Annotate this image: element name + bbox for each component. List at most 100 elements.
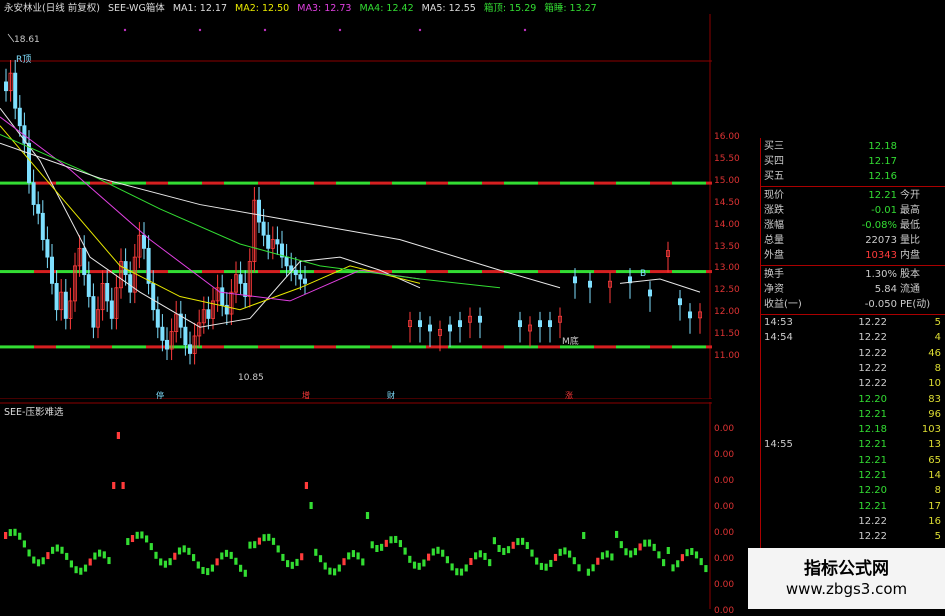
tick-volume: 8: [934, 362, 941, 374]
box-line-segment: [672, 345, 706, 349]
box-line-segment: [594, 181, 616, 185]
box-top-value: 箱顶: 15.29: [483, 3, 537, 14]
tick-volume: 46: [928, 347, 941, 359]
event-mark: 涨: [565, 390, 573, 399]
osc-bar: [55, 544, 59, 552]
tick-row: 12.20 83: [760, 393, 945, 407]
stat-label-right: 流通: [900, 284, 920, 295]
osc-bar: [568, 550, 572, 558]
r-top-label: R顶: [16, 54, 31, 65]
candle-body: [648, 289, 653, 297]
tick-volume: 10: [928, 378, 941, 390]
stat-row: 换手 1.30% 股本: [760, 268, 945, 282]
tick-price: 12.20: [858, 393, 887, 405]
osc-bar: [356, 552, 360, 560]
osc-bar: [69, 560, 73, 568]
box-line-segment: [146, 345, 168, 349]
osc-bar: [145, 535, 149, 543]
osc-bar: [431, 548, 435, 556]
watermark-title: 指标公式网: [804, 559, 889, 579]
candle-body: [220, 287, 225, 306]
osc-bar: [408, 555, 412, 563]
tick-price: 12.22: [858, 332, 887, 344]
stat-row: 收益(一) -0.050 PE(动): [760, 298, 945, 312]
box-line-segment: [202, 345, 224, 349]
stat-label: 换手: [764, 269, 784, 280]
osc-bar: [32, 556, 36, 564]
osc-bar: [558, 548, 562, 556]
quote-label-right: 量比: [900, 235, 920, 246]
osc-bar: [257, 537, 261, 545]
candle-body: [573, 276, 578, 284]
osc-bar: [436, 546, 440, 554]
price-tick: 13.00: [714, 263, 740, 274]
osc-tick: 0.00: [714, 528, 735, 538]
osc-bar: [535, 557, 539, 565]
oscillator-chart[interactable]: [0, 402, 712, 609]
osc-bar: [27, 549, 31, 557]
tick-volume: 13: [928, 439, 941, 451]
price-tick: 15.00: [714, 175, 740, 186]
osc-bar: [427, 553, 431, 561]
marker-dot: [123, 28, 127, 32]
tick-volume: 5: [934, 531, 941, 543]
stat-label-right: 股本: [900, 269, 920, 280]
osc-bar: [126, 538, 130, 546]
osc-bar: [455, 568, 459, 576]
candlestick-chart[interactable]: 18.61 10.85 R顶 M底 B 停 增 财 涨: [0, 14, 712, 399]
box-line-segment: [482, 345, 504, 349]
candle-body: [427, 324, 432, 332]
marker-dot: [523, 28, 527, 32]
candle-body: [82, 247, 87, 276]
box-line-segment: [112, 345, 146, 349]
osc-bar: [629, 550, 633, 558]
osc-bar: [112, 482, 116, 489]
site-watermark: 指标公式网 www.zbgs3.com: [748, 548, 945, 609]
quote-label: 现价: [764, 190, 784, 201]
osc-bar: [474, 552, 478, 560]
indicator-name[interactable]: SEE-WG箱体: [108, 3, 165, 14]
osc-bar: [600, 552, 605, 560]
osc-bar: [464, 564, 468, 572]
tick-row: 14:54 12.22 4: [760, 331, 945, 345]
osc-bar: [478, 550, 482, 558]
price-tick: 14.50: [714, 197, 740, 208]
box-line-segment: [560, 181, 594, 185]
tick-row: 12.21 96: [760, 408, 945, 422]
price-tick: 11.00: [714, 351, 740, 361]
osc-bar: [539, 562, 543, 570]
tick-price: 12.22: [858, 515, 887, 527]
candle-body: [40, 212, 45, 241]
tick-price: 12.21: [858, 500, 887, 512]
osc-bar: [662, 559, 666, 567]
osc-bar: [680, 554, 684, 562]
osc-bar: [389, 536, 393, 544]
event-mark: 停: [156, 390, 164, 399]
osc-bar: [18, 532, 22, 540]
candle-body: [31, 182, 36, 205]
osc-bar: [262, 534, 266, 542]
osc-tick: 0.00: [714, 580, 735, 590]
osc-bar: [323, 562, 327, 570]
box-bottom-value: 箱睡: 13.27: [544, 3, 597, 14]
tick-price: 12.21: [858, 408, 887, 420]
osc-bar: [300, 553, 304, 561]
osc-bar: [422, 559, 426, 567]
osc-bar: [690, 547, 694, 555]
osc-bar: [502, 547, 506, 555]
stock-title[interactable]: 永安林业(日线 前复权): [4, 3, 100, 14]
ma3-value: MA3: 12.73: [297, 3, 352, 14]
box-line-segment: [370, 345, 392, 349]
osc-bar: [582, 532, 586, 539]
osc-tick: 0.00: [714, 424, 735, 434]
osc-bar: [375, 545, 379, 553]
osc-bar: [685, 549, 689, 557]
candle-body: [206, 309, 211, 319]
tick-price: 12.22: [858, 531, 887, 543]
osc-bar: [596, 557, 600, 565]
osc-bar: [79, 567, 83, 575]
osc-bar: [290, 561, 294, 569]
osc-bar: [295, 558, 299, 566]
osc-bar: [229, 551, 233, 559]
osc-bar: [342, 558, 346, 566]
